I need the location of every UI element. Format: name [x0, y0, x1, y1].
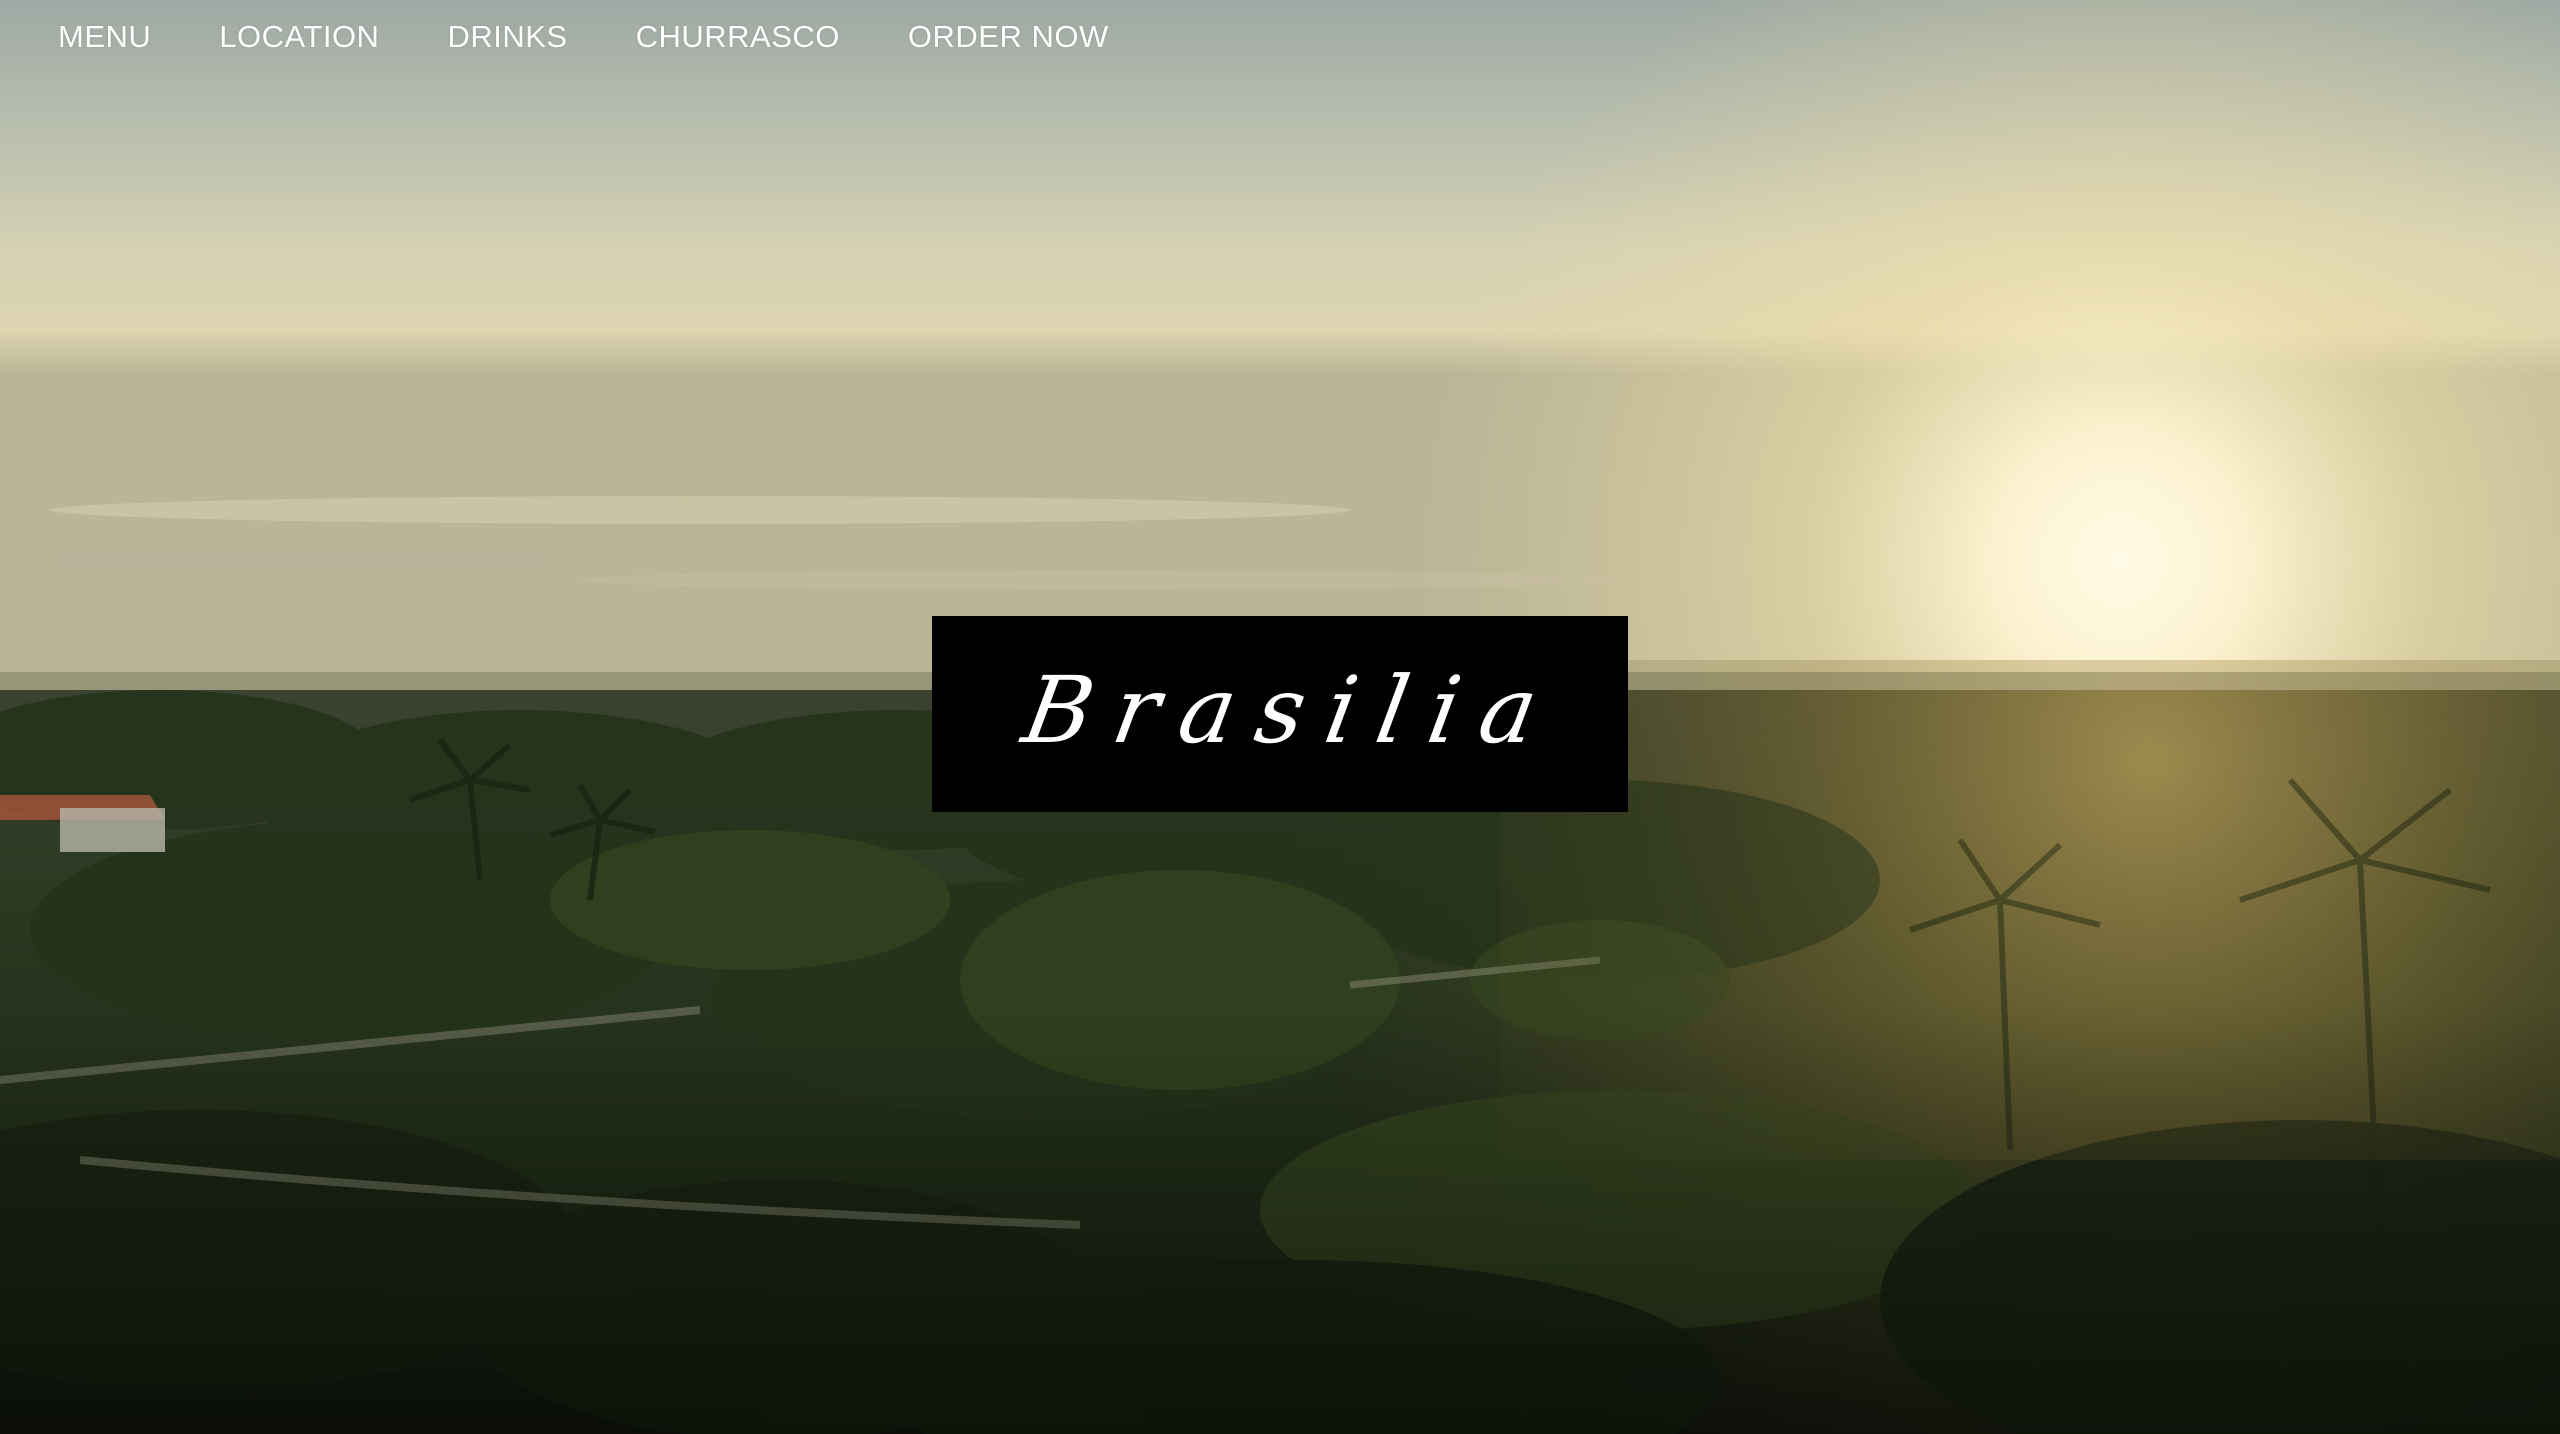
nav-link-drinks[interactable]: DRINKS	[447, 19, 567, 55]
nav-link-location[interactable]: LOCATION	[219, 19, 379, 55]
top-navigation: MENU LOCATION DRINKS CHURRASCO ORDER NOW	[58, 0, 1177, 74]
nav-link-order-now[interactable]: ORDER NOW	[908, 19, 1109, 55]
brand-logo-text: Brasilia	[1015, 656, 1567, 764]
brand-logo: Brasilia	[932, 616, 1628, 812]
nav-link-menu[interactable]: MENU	[58, 19, 151, 55]
nav-link-churrasco[interactable]: CHURRASCO	[636, 19, 840, 55]
hero-section: MENU LOCATION DRINKS CHURRASCO ORDER NOW…	[0, 0, 2560, 1434]
